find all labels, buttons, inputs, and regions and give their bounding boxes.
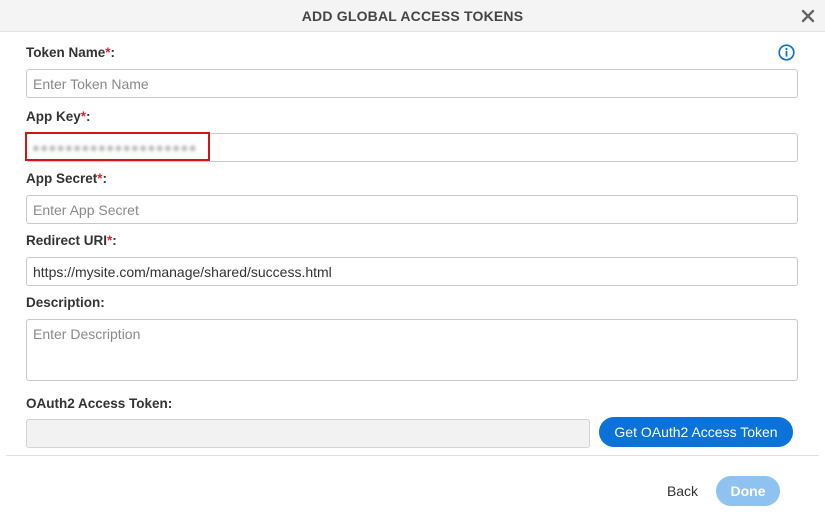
token-name-label: Token Name*: xyxy=(26,45,116,60)
oauth2-token-label: OAuth2 Access Token: xyxy=(26,396,173,411)
redirect-uri-label: Redirect URI*: xyxy=(26,233,117,248)
redirect-uri-input[interactable] xyxy=(26,257,798,286)
app-key-label: App Key*: xyxy=(26,109,91,124)
done-button[interactable]: Done xyxy=(716,476,780,506)
app-secret-label: App Secret*: xyxy=(26,171,108,186)
app-key-input[interactable] xyxy=(26,133,798,162)
footer-divider xyxy=(6,455,819,456)
back-button[interactable]: Back xyxy=(655,476,710,506)
description-label: Description: xyxy=(26,295,105,310)
oauth2-token-input[interactable] xyxy=(26,419,590,448)
dialog-title: ADD GLOBAL ACCESS TOKENS xyxy=(301,8,524,24)
close-icon[interactable] xyxy=(800,8,816,24)
app-secret-input[interactable] xyxy=(26,195,798,224)
token-name-input[interactable] xyxy=(26,69,798,98)
get-oauth2-token-button[interactable]: Get OAuth2 Access Token xyxy=(599,417,793,447)
description-textarea[interactable] xyxy=(26,319,798,381)
add-global-access-tokens-dialog: ADD GLOBAL ACCESS TOKENS Token Name*: Ap… xyxy=(0,0,825,519)
info-icon[interactable] xyxy=(778,44,795,61)
dialog-header: ADD GLOBAL ACCESS TOKENS xyxy=(0,0,825,32)
